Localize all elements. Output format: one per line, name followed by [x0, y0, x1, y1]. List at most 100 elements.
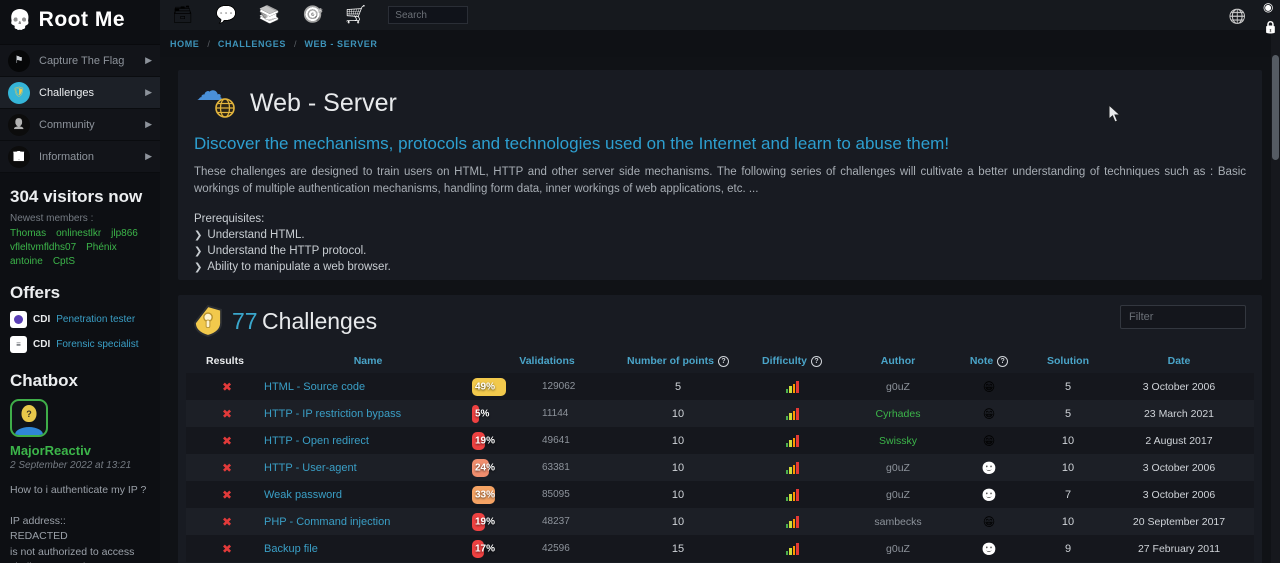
challenge-row: ✖HTTP - User-agent24%6338110g0uZ🙂103 Oct… — [186, 454, 1254, 481]
author-cell: Cyrhades — [850, 408, 946, 420]
forum-icon[interactable]: 💬 — [216, 5, 237, 25]
author-link[interactable]: Cyrhades — [876, 408, 921, 420]
chat-avatar[interactable]: ? — [10, 399, 48, 437]
column-solution[interactable]: Solution — [1032, 355, 1104, 367]
member-link[interactable]: Thomas — [10, 228, 46, 239]
chat-message: IP address::REDACTEDis not authorized to… — [10, 514, 150, 563]
offer-penetration-tester[interactable]: CDI Penetration tester — [0, 307, 160, 332]
challenge-name-cell: HTTP - Open redirect — [264, 435, 472, 447]
solution-count: 10 — [1032, 462, 1104, 474]
column-author[interactable]: Author — [850, 355, 946, 367]
chevron-right-icon: ▶ — [145, 119, 152, 130]
validation-percentage-badge: 5% — [472, 405, 532, 423]
filter-input[interactable] — [1120, 305, 1246, 329]
member-link[interactable]: onlinestlkr — [56, 228, 101, 239]
offers-title: Offers — [0, 269, 160, 307]
breadcrumb: HOME / CHALLENGES / WEB - SERVER — [160, 30, 1280, 57]
help-icon[interactable]: ? — [997, 356, 1008, 367]
column-name[interactable]: Name — [264, 355, 472, 367]
challenge-row: ✖Backup file17%4259615g0uZ🙂927 February … — [186, 535, 1254, 562]
challenge-name-link[interactable]: PHP - Command injection — [264, 516, 390, 528]
challenge-name-cell: HTTP - IP restriction bypass — [264, 408, 472, 420]
column-validations[interactable]: Validations — [472, 355, 622, 367]
member-link[interactable]: Phénix — [86, 242, 117, 253]
challenge-name-link[interactable]: HTTP - IP restriction bypass — [264, 408, 401, 420]
page-title: Web - Server — [250, 89, 397, 118]
validation-count: 48237 — [542, 516, 570, 527]
information-buildings-icon: 🏢 — [8, 146, 30, 168]
difficulty-indicator — [734, 381, 850, 393]
sidebar-item-information[interactable]: 🏢 Information ▶ — [0, 141, 160, 173]
challenge-name-link[interactable]: Backup file — [264, 543, 318, 555]
validation-count: 129062 — [542, 381, 575, 392]
points-value: 10 — [622, 462, 734, 474]
globe-language-icon[interactable]: 🌐 — [1229, 8, 1246, 25]
docs-icon[interactable]: 📚 — [259, 5, 280, 25]
target-icon[interactable]: ◉ — [1263, 0, 1278, 14]
edge-icons: ◉ 🔒 — [1263, 0, 1278, 34]
author-link[interactable]: g0uZ — [886, 381, 910, 393]
community-person-icon: 👤 — [8, 114, 30, 136]
member-link[interactable]: vfleltvmfldhs07 — [10, 242, 76, 253]
challenge-blocks-icon[interactable]: 🗃 — [172, 5, 194, 25]
note-cell: 😁 — [946, 407, 1032, 421]
scrollbar-thumb[interactable] — [1272, 55, 1279, 160]
note-cell: 😁 — [946, 434, 1032, 448]
sidebar-item-label: Information — [39, 151, 136, 163]
difficulty-indicator — [734, 462, 850, 474]
validations-cell: 49%129062 — [472, 378, 622, 396]
author-link[interactable]: sambecks — [874, 516, 921, 528]
validation-percentage-badge: 17% — [472, 540, 532, 558]
difficulty-bars-icon — [786, 489, 799, 501]
author-link[interactable]: g0uZ — [886, 462, 910, 474]
ctf-icon[interactable]: 🎯 — [302, 5, 323, 25]
challenge-name-link[interactable]: Weak password — [264, 489, 342, 501]
help-icon[interactable]: ? — [718, 356, 729, 367]
scrollbar — [1271, 0, 1280, 563]
not-solved-icon: ✖ — [222, 461, 232, 475]
author-link[interactable]: g0uZ — [886, 489, 910, 501]
difficulty-bars-icon — [786, 516, 799, 528]
member-link[interactable]: antoine — [10, 256, 43, 267]
column-points[interactable]: Number of points? — [622, 355, 734, 367]
challenge-row: ✖Weak password33%8509510g0uZ🙂73 October … — [186, 481, 1254, 508]
breadcrumb-challenges[interactable]: CHALLENGES — [218, 39, 286, 49]
challenge-name-link[interactable]: HTTP - Open redirect — [264, 435, 369, 447]
challenge-name-cell: PHP - Command injection — [264, 516, 472, 528]
offer-link[interactable]: Penetration tester — [56, 314, 135, 325]
challenges-heading: Challenges — [262, 308, 377, 334]
offer-forensic-specialist[interactable]: ≡ CDI Forensic specialist — [0, 332, 160, 357]
author-link[interactable]: g0uZ — [886, 543, 910, 555]
chatbox-title: Chatbox — [0, 357, 160, 395]
chevron-right-icon: ▶ — [145, 87, 152, 98]
challenge-name-link[interactable]: HTML - Source code — [264, 381, 365, 393]
breadcrumb-home[interactable]: HOME — [170, 39, 199, 49]
column-note[interactable]: Note? — [946, 355, 1032, 367]
breadcrumb-web-server[interactable]: WEB - SERVER — [304, 39, 377, 49]
column-difficulty[interactable]: Difficulty? — [734, 355, 850, 367]
sidebar-item-community[interactable]: 👤 Community ▶ — [0, 109, 160, 141]
chat-username-link[interactable]: MajorReactiv — [10, 443, 150, 458]
member-link[interactable]: CptS — [53, 256, 75, 267]
author-link[interactable]: Swissky — [879, 435, 917, 447]
sidebar-item-label: Capture The Flag — [39, 55, 136, 67]
sidebar-item-capture-the-flag[interactable]: ⚑ Capture The Flag ▶ — [0, 45, 160, 77]
search-input[interactable] — [388, 6, 468, 24]
help-icon[interactable]: ? — [811, 356, 822, 367]
challenge-date: 3 October 2006 — [1104, 381, 1254, 393]
member-link[interactable]: jlp866 — [111, 228, 138, 239]
logo-text: Root Me — [39, 8, 125, 32]
newest-members-list: Thomas onlinestlkr jlp866 vfleltvmfldhs07 Ph… — [0, 226, 160, 269]
challenge-row: ✖PHP - Command injection19%4823710sambec… — [186, 508, 1254, 535]
prerequisite-item: ❯Ability to manipulate a web browser. — [194, 261, 1246, 273]
column-date[interactable]: Date — [1104, 355, 1254, 367]
lock-icon[interactable]: 🔒 — [1263, 20, 1278, 34]
sidebar-menu: ⚑ Capture The Flag ▶ 🛡 Challenges ▶ 👤 Co… — [0, 44, 160, 173]
offer-link[interactable]: Forensic specialist — [56, 339, 138, 350]
cart-icon[interactable]: 🛒 — [345, 5, 366, 25]
validations-cell: 17%42596 — [472, 540, 622, 558]
avatar-face: ? — [22, 405, 37, 422]
sidebar-item-challenges[interactable]: 🛡 Challenges ▶ — [0, 77, 160, 109]
challenge-name-link[interactable]: HTTP - User-agent — [264, 462, 357, 474]
logo[interactable]: 💀 Root Me — [0, 0, 160, 38]
